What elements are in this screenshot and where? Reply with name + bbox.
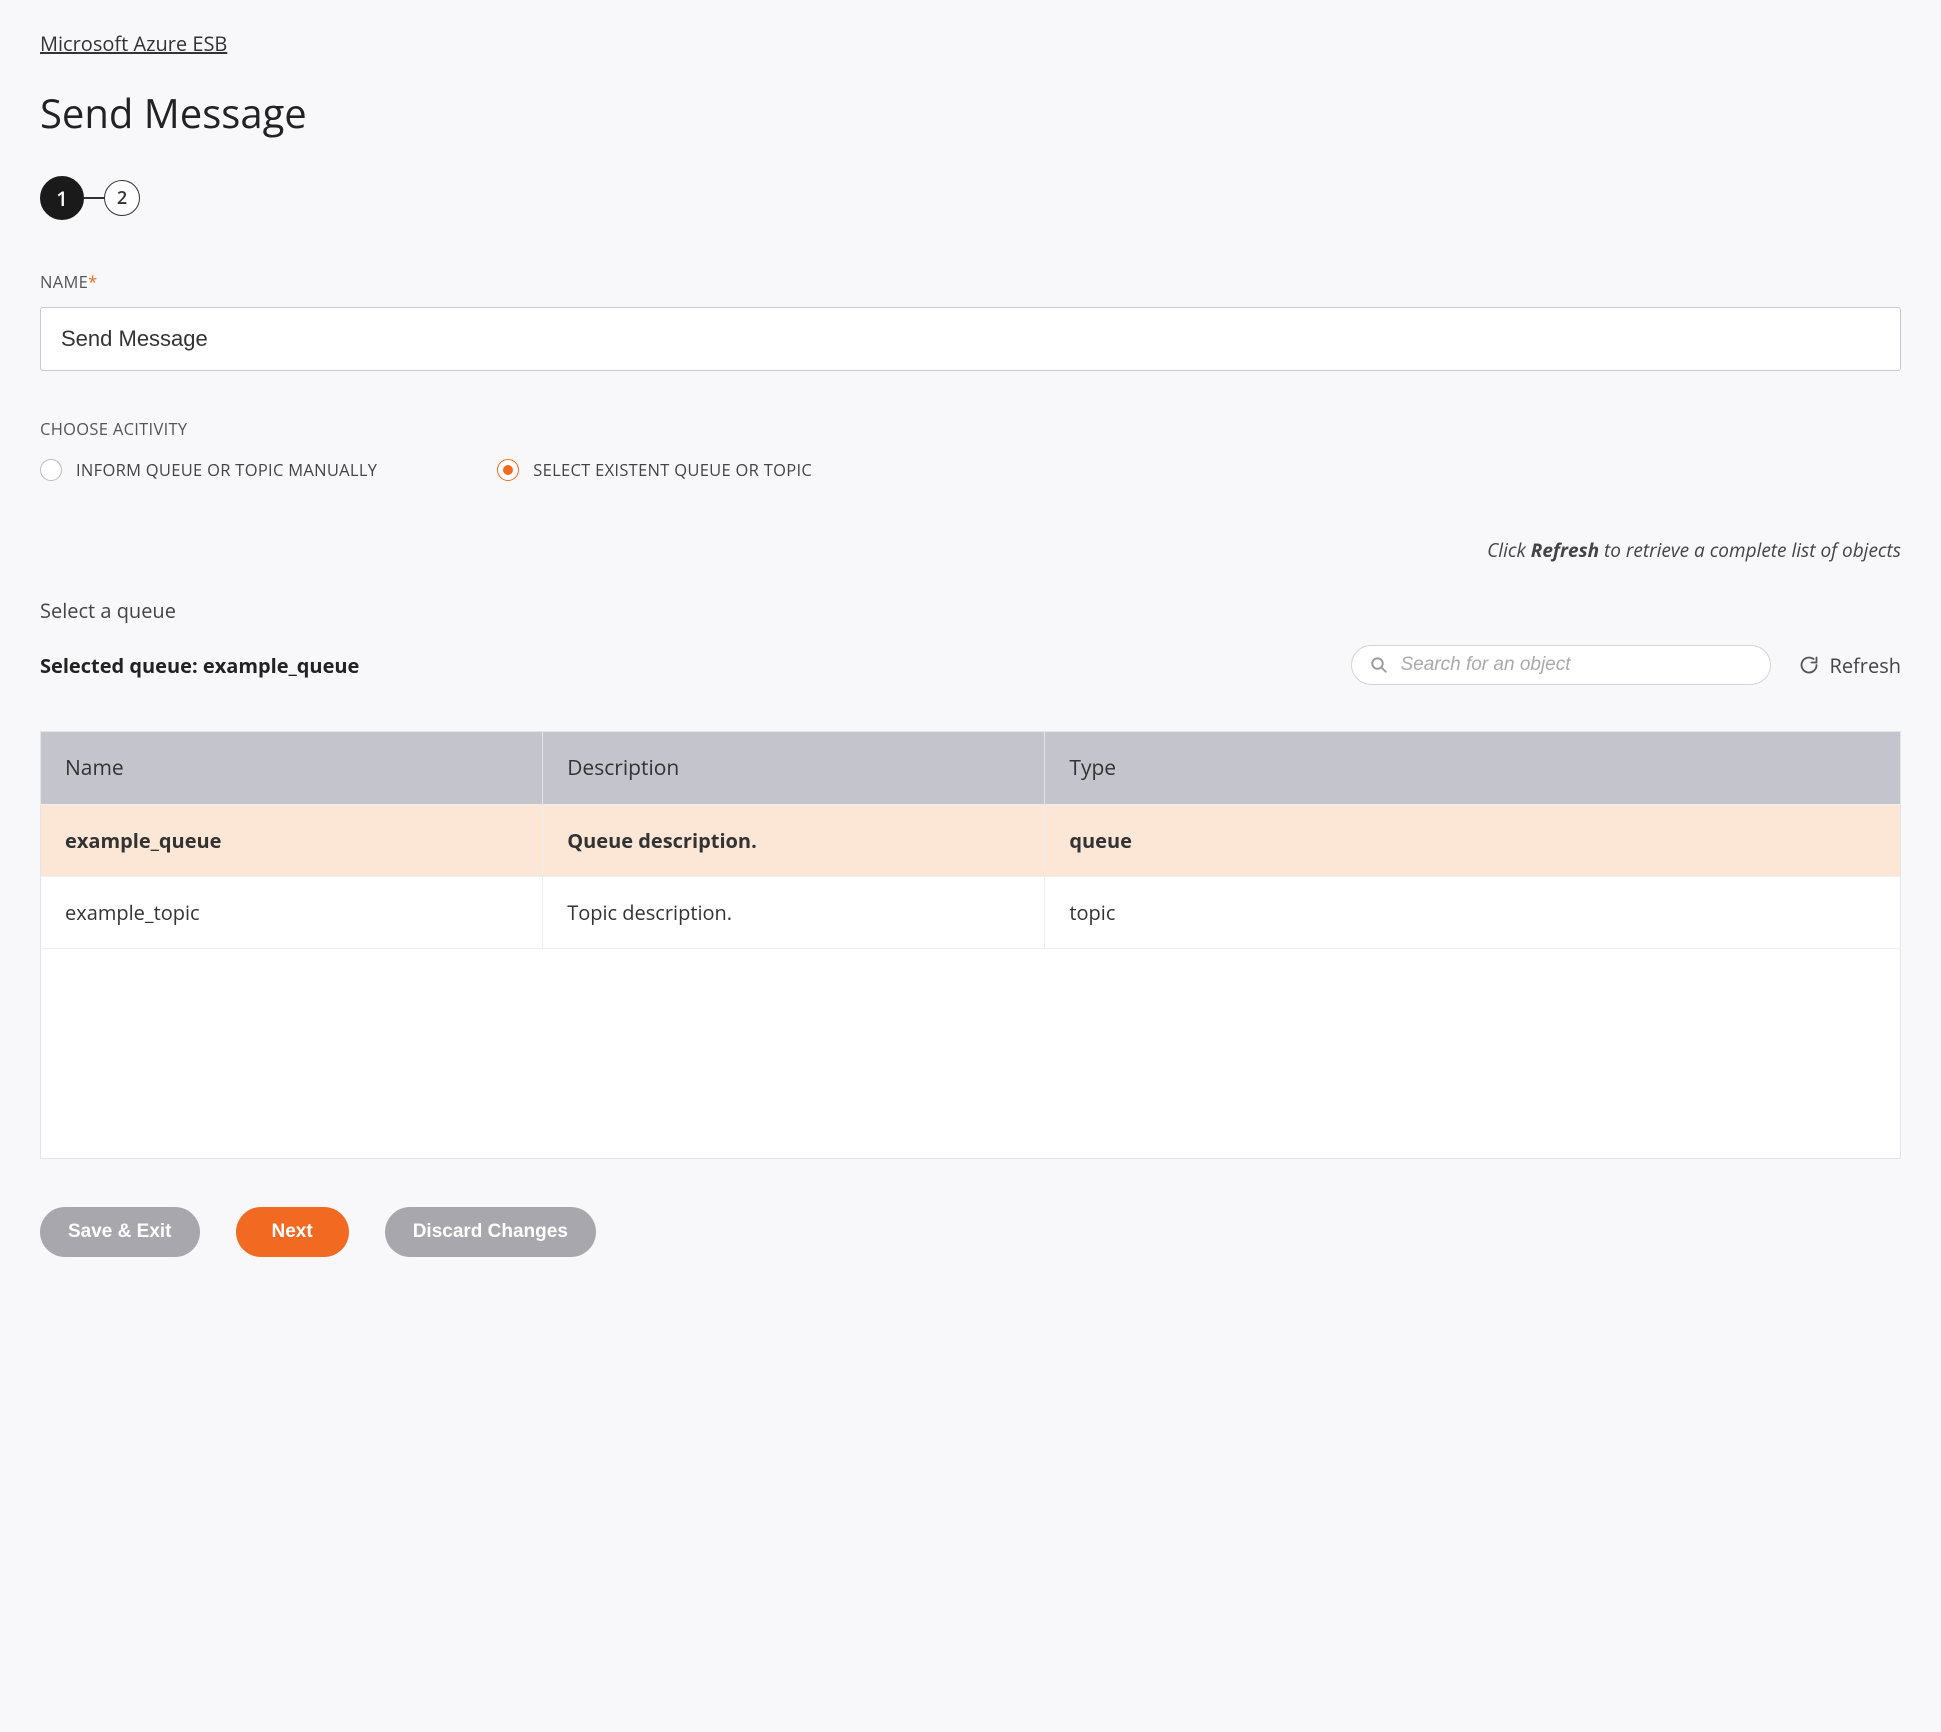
cell-type: queue: [1045, 805, 1901, 877]
hint-bold: Refresh: [1531, 537, 1599, 563]
breadcrumb-link[interactable]: Microsoft Azure ESB: [40, 30, 227, 57]
step-connector: [84, 197, 104, 199]
search-icon: [1370, 656, 1388, 674]
table-row[interactable]: example_queue Queue description. queue: [41, 805, 1901, 877]
radio-dot-selected: [497, 459, 519, 481]
select-queue-label: Select a queue: [40, 597, 1901, 624]
table-header-row: Name Description Type: [41, 732, 1901, 805]
radio-dot-unselected: [40, 459, 62, 481]
radio-select-existent[interactable]: SELECT EXISTENT QUEUE OR TOPIC: [497, 458, 812, 481]
name-input[interactable]: [40, 307, 1901, 371]
discard-button[interactable]: Discard Changes: [385, 1207, 596, 1257]
table-row[interactable]: example_topic Topic description. topic: [41, 877, 1901, 949]
stepper: 1 2: [40, 176, 1901, 220]
radio-label-select: SELECT EXISTENT QUEUE OR TOPIC: [533, 458, 812, 481]
refresh-icon: [1799, 655, 1819, 675]
cell-description: Topic description.: [543, 877, 1045, 949]
name-label: NAME*: [40, 270, 1901, 293]
radio-inform-manually[interactable]: INFORM QUEUE OR TOPIC MANUALLY: [40, 458, 377, 481]
choose-activity-label: CHOOSE ACITIVITY: [40, 417, 1901, 440]
col-name[interactable]: Name: [41, 732, 543, 805]
cell-name: example_topic: [41, 877, 543, 949]
refresh-button[interactable]: Refresh: [1799, 652, 1901, 679]
selected-queue-name: example_queue: [203, 652, 359, 679]
col-description[interactable]: Description: [543, 732, 1045, 805]
cell-description: Queue description.: [543, 805, 1045, 877]
page-title: Send Message: [40, 85, 1901, 140]
col-type[interactable]: Type: [1045, 732, 1901, 805]
radio-label-inform: INFORM QUEUE OR TOPIC MANUALLY: [76, 458, 377, 481]
required-asterisk: *: [88, 270, 97, 293]
search-input[interactable]: [1400, 654, 1752, 676]
hint-suffix: to retrieve a complete list of objects: [1599, 537, 1901, 563]
step-2[interactable]: 2: [104, 180, 140, 216]
refresh-hint: Click Refresh to retrieve a complete lis…: [40, 537, 1901, 563]
search-box[interactable]: [1351, 645, 1771, 685]
step-1[interactable]: 1: [40, 176, 84, 220]
next-button[interactable]: Next: [236, 1207, 349, 1257]
table-empty-space: [41, 949, 1901, 1159]
objects-table: Name Description Type example_queue Queu…: [40, 731, 1901, 1159]
name-label-text: NAME: [40, 270, 88, 293]
save-exit-button[interactable]: Save & Exit: [40, 1207, 200, 1257]
cell-type: topic: [1045, 877, 1901, 949]
refresh-label: Refresh: [1829, 652, 1901, 679]
cell-name: example_queue: [41, 805, 543, 877]
hint-prefix: Click: [1487, 537, 1531, 563]
selected-queue-prefix: Selected queue:: [40, 652, 203, 679]
